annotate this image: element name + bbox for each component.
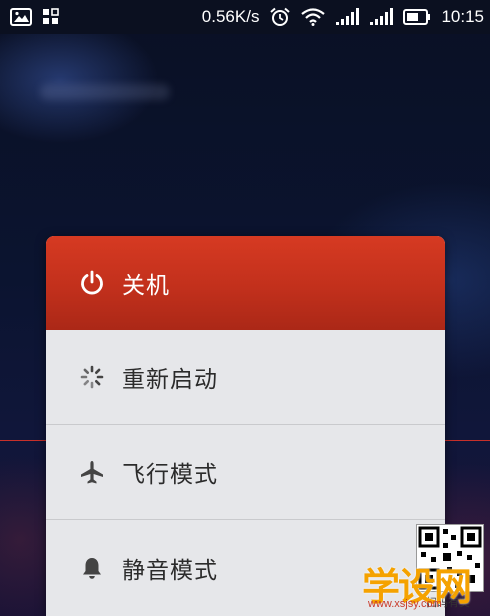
power-icon [78, 269, 106, 297]
network-speed: 0.56K/s [201, 7, 260, 26]
status-bar-right: 0.56K/s 10:15 [202, 7, 484, 27]
blurred-background-text [40, 84, 170, 100]
signal-bars-icon [335, 8, 360, 26]
airplane-icon [78, 458, 106, 486]
status-bar: 0.56K/s 10:15 [0, 0, 490, 34]
alarm-clock-icon [269, 7, 291, 27]
power-off-button[interactable]: 关机 [46, 236, 445, 330]
bell-icon [78, 554, 106, 582]
clock-time: 10:15 [441, 7, 484, 26]
battery-icon [403, 9, 431, 25]
restart-label: 重新启动 [122, 367, 218, 393]
status-bar-left [10, 8, 60, 26]
screen: 0.56K/s 10:15 关机 重新启动 飞行模式 静音模式 扫码有奖 学设网… [0, 0, 490, 616]
power-off-label: 关机 [122, 273, 170, 299]
airplane-mode-button[interactable]: 飞行模式 [46, 425, 445, 520]
airplane-mode-label: 飞行模式 [122, 462, 218, 488]
spinner-icon [78, 363, 106, 391]
image-icon [10, 8, 32, 26]
signal-bars-icon [369, 8, 394, 26]
apps-grid-icon [42, 8, 60, 26]
watermark-url: www.xsjsy.com [368, 598, 442, 610]
wifi-icon [301, 8, 326, 26]
silent-mode-label: 静音模式 [122, 557, 218, 584]
restart-button[interactable]: 重新启动 [46, 330, 445, 425]
